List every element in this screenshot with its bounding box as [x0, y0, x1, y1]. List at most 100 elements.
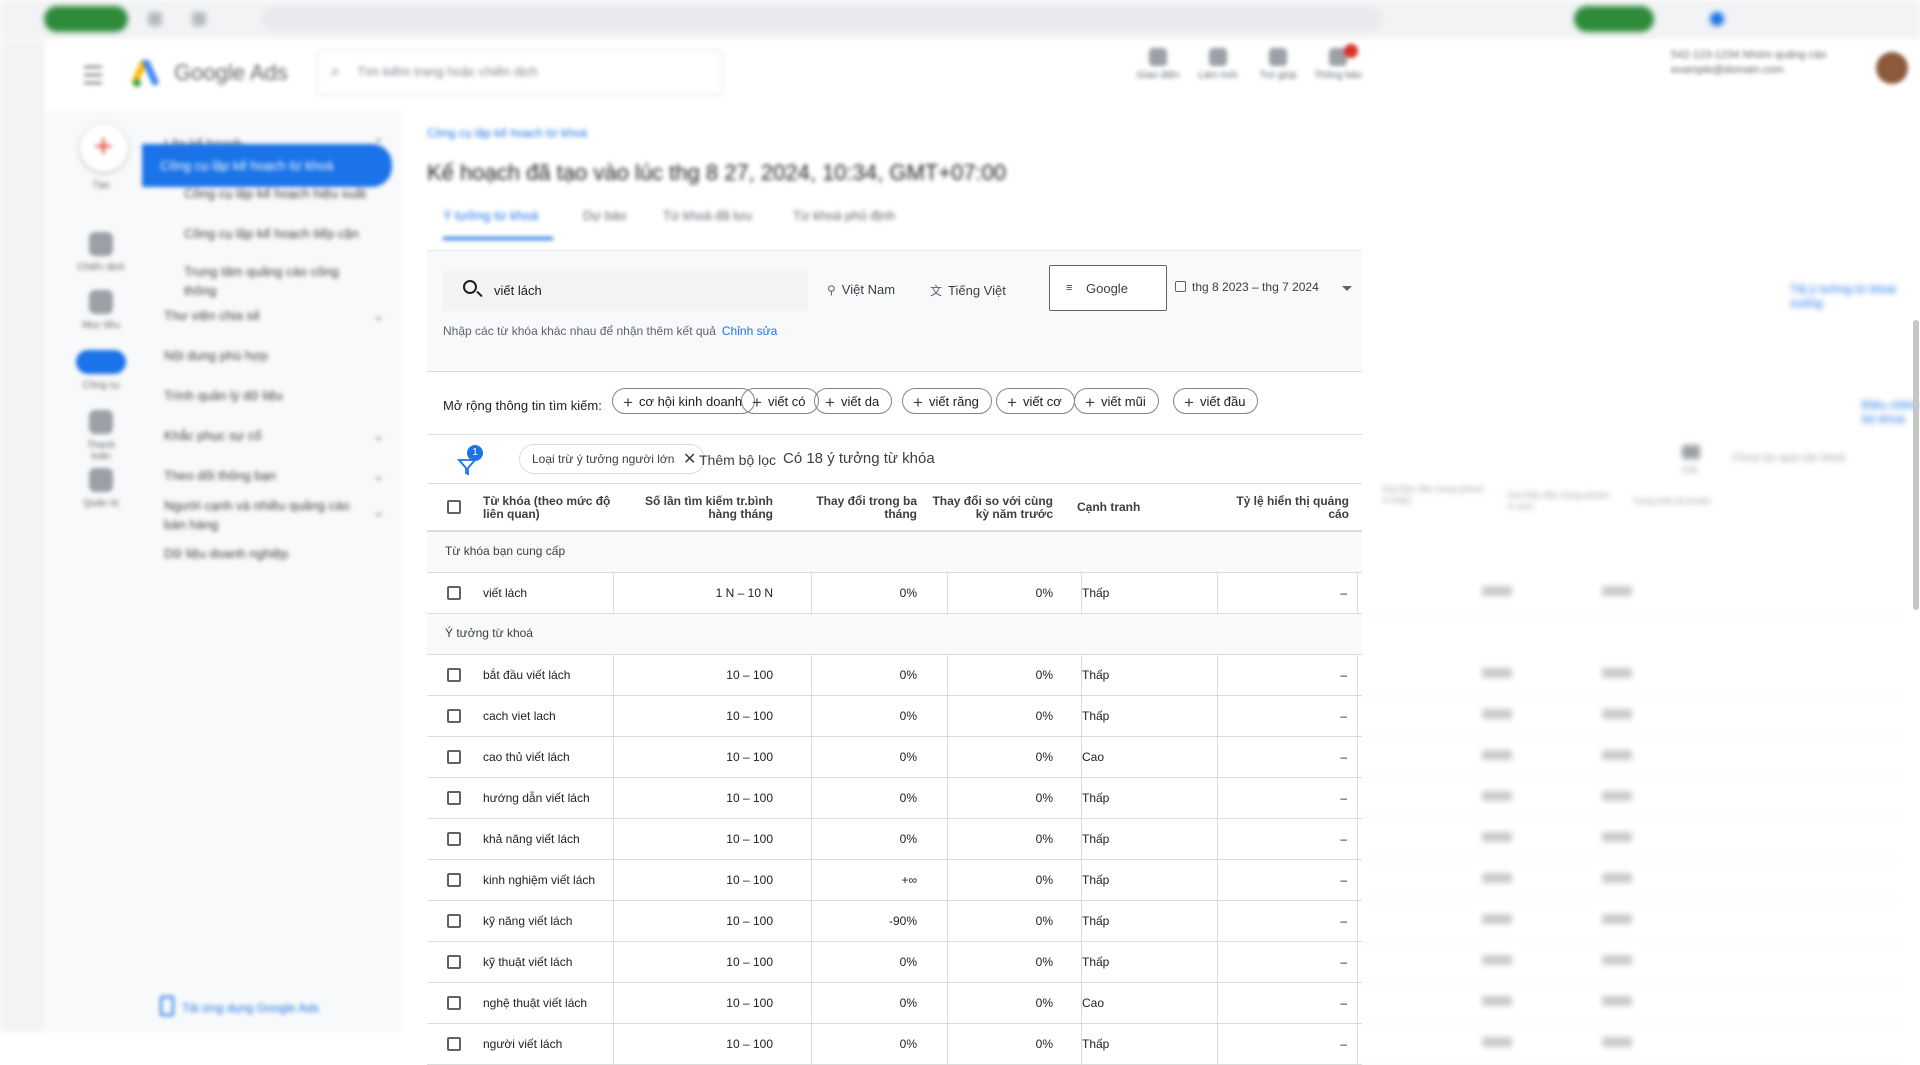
cell-keyword[interactable]: cao thủ viết lách — [483, 737, 623, 777]
extension-pill[interactable] — [1574, 6, 1654, 32]
cell-keyword[interactable]: viết lách — [483, 573, 623, 613]
table-row[interactable]: kinh nghiệm viết lách 10 – 100 +∞ 0% Thấp – — [427, 860, 1362, 901]
table-row[interactable]: viết lách 1 N – 10 N 0% 0% Thấp – — [427, 573, 1362, 614]
rail-admin[interactable]: Quản trị — [76, 468, 126, 509]
nav-business-data[interactable]: Dữ liệu doanh nghiệp — [164, 544, 384, 563]
add-filter-button[interactable]: Thêm bộ lọc — [699, 452, 776, 468]
cell-keyword[interactable]: khả năng viết lách — [483, 819, 623, 859]
nav-keyword-planner[interactable]: Công cụ lập kế hoạch từ khoá — [142, 144, 392, 187]
grouping-dropdown[interactable]: Chưa lọc quá các khoá — [1732, 452, 1845, 464]
rail-campaigns[interactable]: Chiến dịch — [76, 232, 126, 273]
tab-negative-keywords[interactable]: Từ khoá phủ định — [793, 208, 895, 223]
table-row[interactable]: cao thủ viết lách 10 – 100 0% 0% Cao – — [427, 737, 1362, 778]
row-checkbox[interactable] — [447, 791, 461, 805]
refine-chip[interactable]: + viết mũi — [1074, 388, 1159, 414]
back-icon[interactable] — [148, 12, 162, 26]
rail-goals[interactable]: Mục tiêu — [76, 290, 126, 331]
location-selector[interactable]: ⚲ Việt Nam — [827, 282, 895, 297]
column-header-impression-share[interactable]: Tỷ lệ hiển thị quảng cáo — [1217, 484, 1357, 531]
row-checkbox[interactable] — [447, 996, 461, 1010]
download-ideas-link[interactable]: Tải ý tưởng từ khoá xuống — [1790, 282, 1920, 310]
cell-keyword[interactable]: kỹ thuật viết lách — [483, 942, 623, 982]
nav-reach-planner[interactable]: Công cụ lập kế hoạch tiếp cận — [184, 224, 374, 243]
table-row[interactable]: hướng dẫn viết lách 10 – 100 0% 0% Thấp – — [427, 778, 1362, 819]
cell-keyword[interactable]: kỹ năng viết lách — [483, 901, 623, 941]
nav-business-ads[interactable]: Người cạnh và nhiều quảng cáo bán hàng ⌄ — [164, 496, 384, 534]
row-checkbox[interactable] — [447, 955, 461, 969]
close-icon[interactable]: ✕ — [683, 449, 696, 469]
nav-measurement[interactable]: Theo dõi thông bạn ⌄ — [164, 466, 384, 485]
table-row[interactable]: khả năng viết lách 10 – 100 0% 0% Thấp – — [427, 819, 1362, 860]
refine-chip[interactable]: + viết răng — [902, 388, 992, 414]
notifications-button[interactable]: Thông báo — [1312, 44, 1364, 81]
refine-chip[interactable]: + viết đầu — [1173, 388, 1259, 414]
row-checkbox[interactable] — [447, 832, 461, 846]
nav-troubleshooting[interactable]: Khắc phục sự cố ⌄ — [164, 426, 384, 445]
cell-keyword[interactable]: kinh nghiệm viết lách — [483, 860, 623, 900]
rail-billing[interactable]: Thanh toán — [76, 410, 126, 462]
table-row[interactable]: kỹ năng viết lách 10 – 100 -90% 0% Thấp – — [427, 901, 1362, 942]
reload-icon[interactable] — [192, 12, 206, 26]
columns-button[interactable]: Cột — [1682, 445, 1700, 476]
row-checkbox[interactable] — [447, 873, 461, 887]
row-checkbox[interactable] — [447, 750, 461, 764]
menu-icon[interactable] — [84, 66, 102, 84]
select-all-checkbox[interactable] — [447, 500, 461, 514]
column-divider — [1357, 942, 1358, 982]
refine-chip[interactable]: + viết có — [741, 388, 819, 414]
appearance-button[interactable]: Giao diện — [1132, 48, 1184, 81]
extension-icon[interactable] — [1710, 12, 1724, 26]
dropdown-arrow-icon[interactable] — [1342, 286, 1352, 291]
table-row[interactable]: người viết lách 10 – 100 0% 0% Thấp – — [427, 1024, 1362, 1065]
create-button[interactable] — [80, 124, 128, 172]
column-header-yoy[interactable]: Thay đổi so với cùng kỳ năm trước — [927, 484, 1061, 531]
edit-link[interactable]: Chỉnh sửa — [722, 324, 777, 338]
help-button[interactable]: Trợ giúp — [1252, 48, 1304, 81]
cell-keyword[interactable]: người viết lách — [483, 1024, 623, 1064]
account-info[interactable]: 542-123-1234 Nhóm quảng cáo example@doma… — [1671, 48, 1826, 78]
cell-keyword[interactable]: bắt đầu viết lách — [483, 655, 623, 695]
refine-chip[interactable]: + viết da — [814, 388, 893, 414]
tab-keyword-ideas[interactable]: Ý tưởng từ khoá — [443, 208, 538, 223]
cell-keyword[interactable]: hướng dẫn viết lách — [483, 778, 623, 818]
row-checkbox[interactable] — [447, 914, 461, 928]
nav-data-manager[interactable]: Trình quản lý dữ liệu — [164, 386, 384, 405]
nav-content-suitability[interactable]: Nội dung phù hợp — [164, 346, 384, 365]
profile-pill[interactable] — [44, 6, 128, 32]
scrollbar[interactable] — [1913, 320, 1919, 610]
column-header-competition[interactable]: Cạnh tranh — [1077, 484, 1197, 531]
date-range-selector[interactable]: thg 8 2023 – thg 7 2024 — [1175, 280, 1319, 294]
column-header-volume[interactable]: Số lần tìm kiếm tr.bình hàng tháng — [627, 484, 781, 531]
row-checkbox[interactable] — [447, 1037, 461, 1051]
rail-tools[interactable]: Công cụ — [76, 350, 126, 391]
row-checkbox[interactable] — [447, 586, 461, 600]
column-header-three-month[interactable]: Thay đổi trong ba tháng — [805, 484, 925, 531]
refine-keywords-link[interactable]: Điều chỉnh bộ khoá — [1862, 398, 1920, 426]
table-row[interactable]: kỹ thuật viết lách 10 – 100 0% 0% Thấp – — [427, 942, 1362, 983]
table-row[interactable]: cach viet lach 10 – 100 0% 0% Thấp – — [427, 696, 1362, 737]
address-bar[interactable] — [262, 7, 1382, 31]
cell-keyword[interactable]: nghệ thuật viết lách — [483, 983, 623, 1023]
get-app-link[interactable]: Tải ứng dụng Google Ads — [160, 996, 319, 1016]
row-checkbox[interactable] — [447, 709, 461, 723]
nav-shared-library[interactable]: Thư viện chia sẻ ⌄ — [164, 306, 384, 325]
active-filter-chip[interactable]: Loại trừ ý tưởng người lớn ✕ — [519, 444, 706, 474]
tab-forecast[interactable]: Dự báo — [583, 208, 626, 223]
avatar[interactable] — [1876, 52, 1908, 84]
network-selector[interactable]: ≡ Google — [1049, 265, 1167, 311]
table-row[interactable]: nghệ thuật viết lách 10 – 100 0% 0% Cao – — [427, 983, 1362, 1024]
refine-chip[interactable]: + viết cơ — [996, 388, 1075, 414]
language-selector[interactable]: 文 Tiếng Việt — [930, 282, 1006, 299]
nav-ad-center[interactable]: Trung tâm quảng cáo công thông — [184, 262, 374, 300]
header-search[interactable]: ⌕ Tìm kiếm trang hoặc chiến dịch — [316, 50, 723, 96]
nav-performance-planner[interactable]: Công cụ lập kế hoạch hiệu suất — [184, 184, 374, 203]
refine-chip[interactable]: + cơ hội kinh doanh — [612, 388, 756, 414]
refresh-button[interactable]: Làm mới — [1192, 48, 1244, 81]
keyword-input[interactable]: viết lách — [443, 271, 808, 311]
column-header-keyword[interactable]: Từ khóa (theo mức độ liên quan) — [483, 484, 613, 531]
cell-keyword[interactable]: cach viet lach — [483, 696, 623, 736]
breadcrumb[interactable]: Công cụ lập kế hoạch từ khoá — [427, 126, 587, 140]
table-row[interactable]: bắt đầu viết lách 10 – 100 0% 0% Thấp – — [427, 655, 1362, 696]
tab-saved-keywords[interactable]: Từ khoá đã lưu — [663, 208, 752, 223]
row-checkbox[interactable] — [447, 668, 461, 682]
